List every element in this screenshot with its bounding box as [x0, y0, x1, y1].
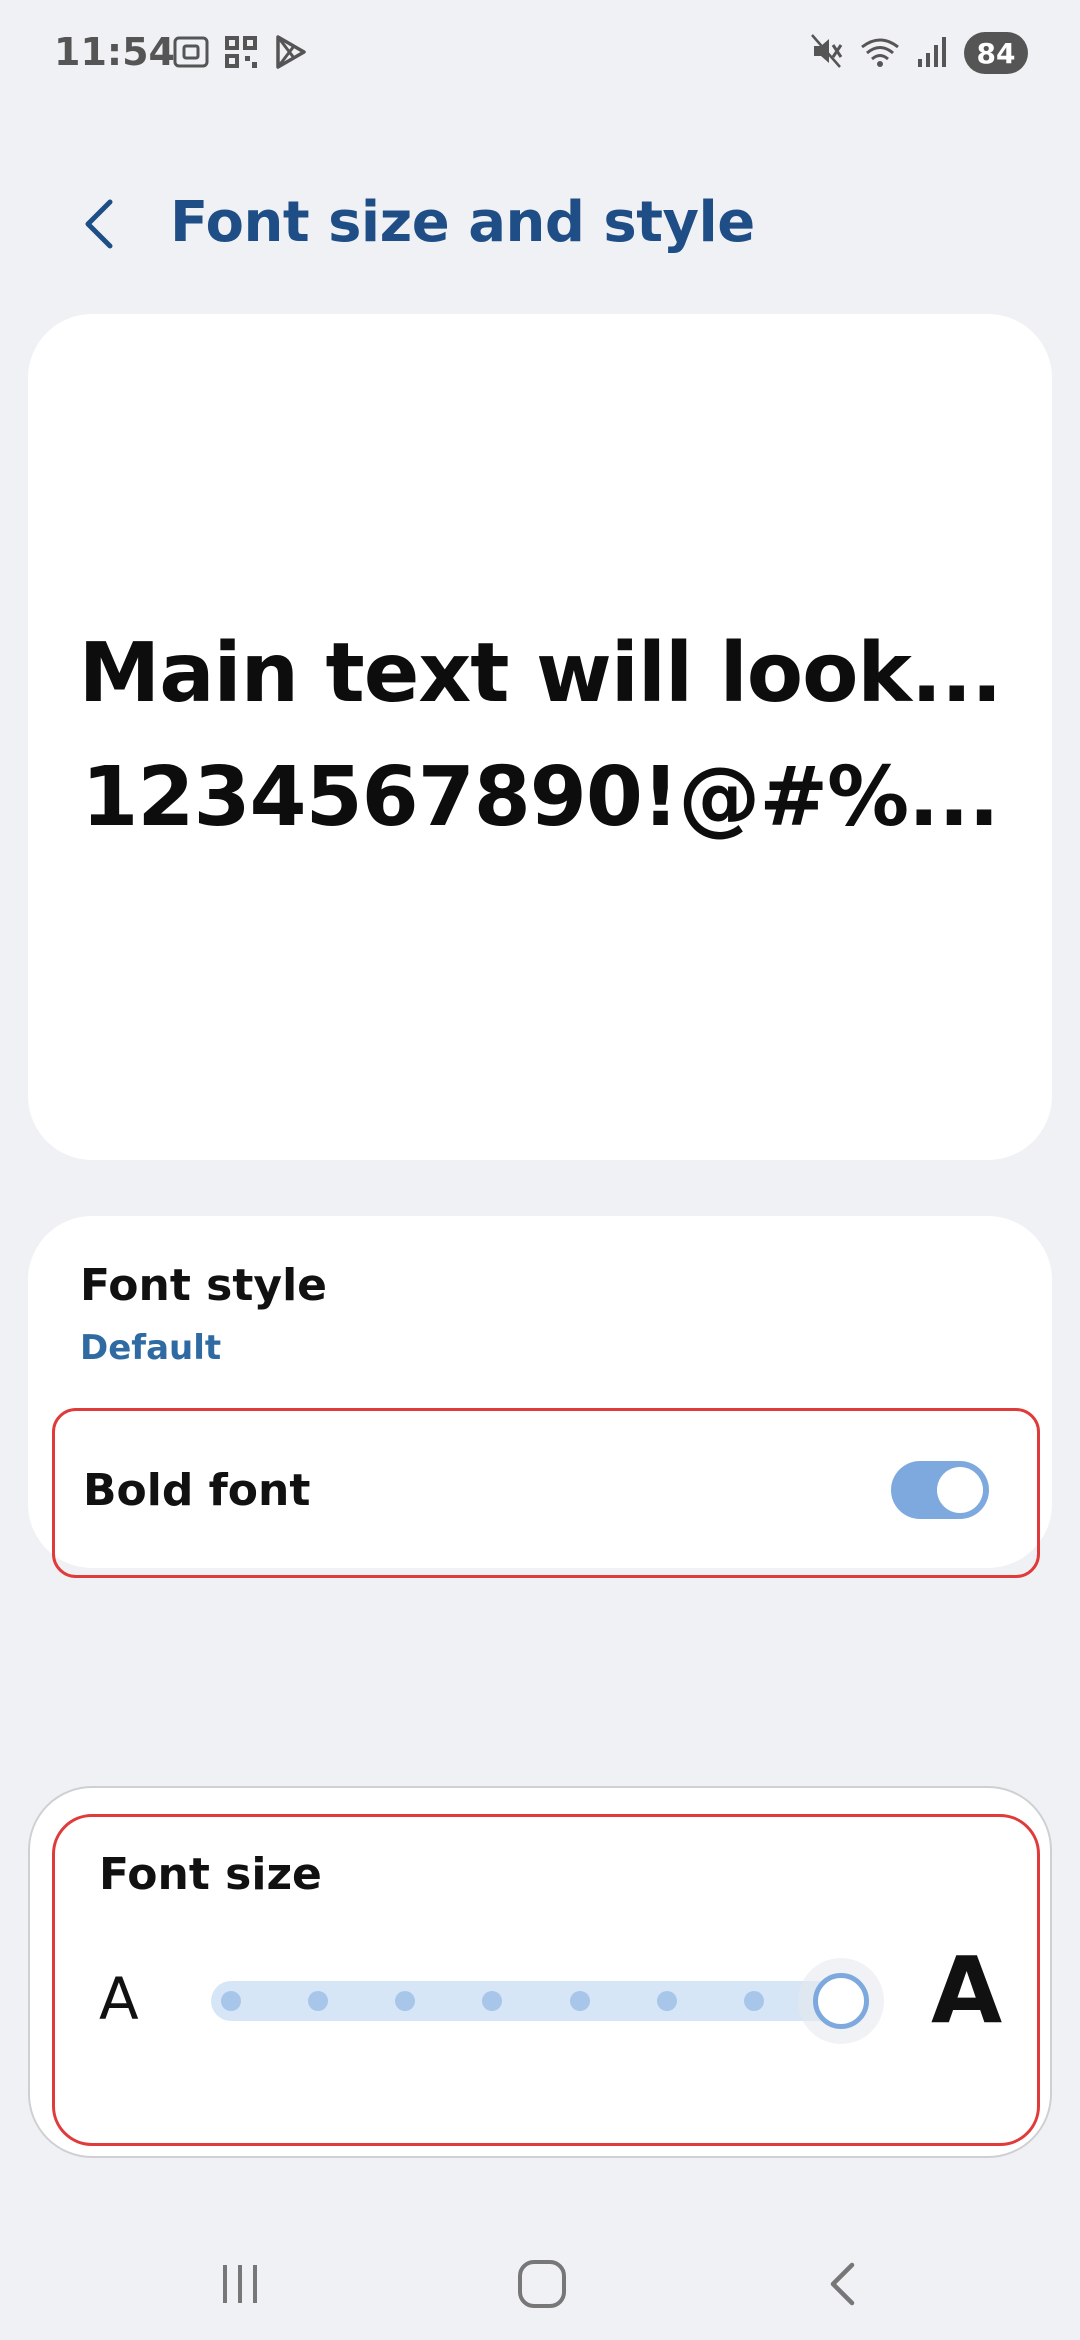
status-icons-right: 84: [810, 32, 1028, 74]
slider-step-dot[interactable]: [482, 1991, 503, 2011]
bold-font-toggle[interactable]: [891, 1461, 989, 1519]
bold-font-label: Bold font: [83, 1465, 311, 1516]
slider-step-dot[interactable]: [395, 1991, 416, 2011]
header: Font size and style: [0, 176, 1080, 276]
font-size-slider[interactable]: [211, 1958, 884, 2044]
status-bar: 11:54 84: [0, 0, 1080, 112]
font-style-value: Default: [80, 1328, 222, 1368]
screenshot-icon: [172, 34, 210, 74]
status-time: 11:54: [54, 30, 175, 74]
status-icons-left: [172, 34, 308, 74]
navigation-bar: [0, 2220, 1080, 2340]
mute-icon: [810, 33, 844, 73]
preview-text-line: Main text will look...: [78, 626, 1003, 721]
wifi-icon: [858, 33, 902, 73]
font-size-title: Font size: [99, 1849, 322, 1900]
slider-step-dot[interactable]: [743, 1991, 764, 2011]
play-store-icon: [272, 34, 308, 74]
page-title: Font size and style: [170, 190, 755, 255]
chevron-left-icon: [85, 199, 113, 249]
signal-icon: [916, 33, 950, 73]
home-button[interactable]: [502, 2244, 582, 2324]
back-icon: [830, 2262, 855, 2306]
font-size-small-label: A: [99, 1965, 139, 2033]
slider-step-dot[interactable]: [221, 1991, 241, 2011]
toggle-knob: [937, 1467, 983, 1513]
font-size-large-label: A: [931, 1937, 1003, 2044]
preview-card: Main text will look... 1234567890!@#%...: [28, 314, 1052, 1160]
preview-number-line: 1234567890!@#%...: [81, 750, 999, 845]
slider-step-dot[interactable]: [308, 1991, 329, 2011]
battery-indicator: 84: [964, 32, 1028, 74]
slider-thumb[interactable]: [813, 1973, 869, 2029]
font-size-section: Font size A A: [52, 1814, 1040, 2146]
qr-icon: [222, 34, 260, 74]
screen: 11:54 84 Font size and style Main text w…: [0, 0, 1080, 2340]
slider-step-dot[interactable]: [656, 1991, 677, 2011]
slider-step-dot[interactable]: [569, 1991, 590, 2011]
font-style-row[interactable]: Font style Default: [28, 1216, 1052, 1408]
recents-button[interactable]: [200, 2244, 280, 2324]
back-nav-button[interactable]: [804, 2244, 884, 2324]
back-button[interactable]: [72, 194, 132, 254]
home-icon: [518, 2260, 566, 2308]
font-style-title: Font style: [80, 1260, 328, 1311]
bold-font-row[interactable]: Bold font: [52, 1408, 1040, 1578]
recents-icon: [223, 2265, 257, 2303]
